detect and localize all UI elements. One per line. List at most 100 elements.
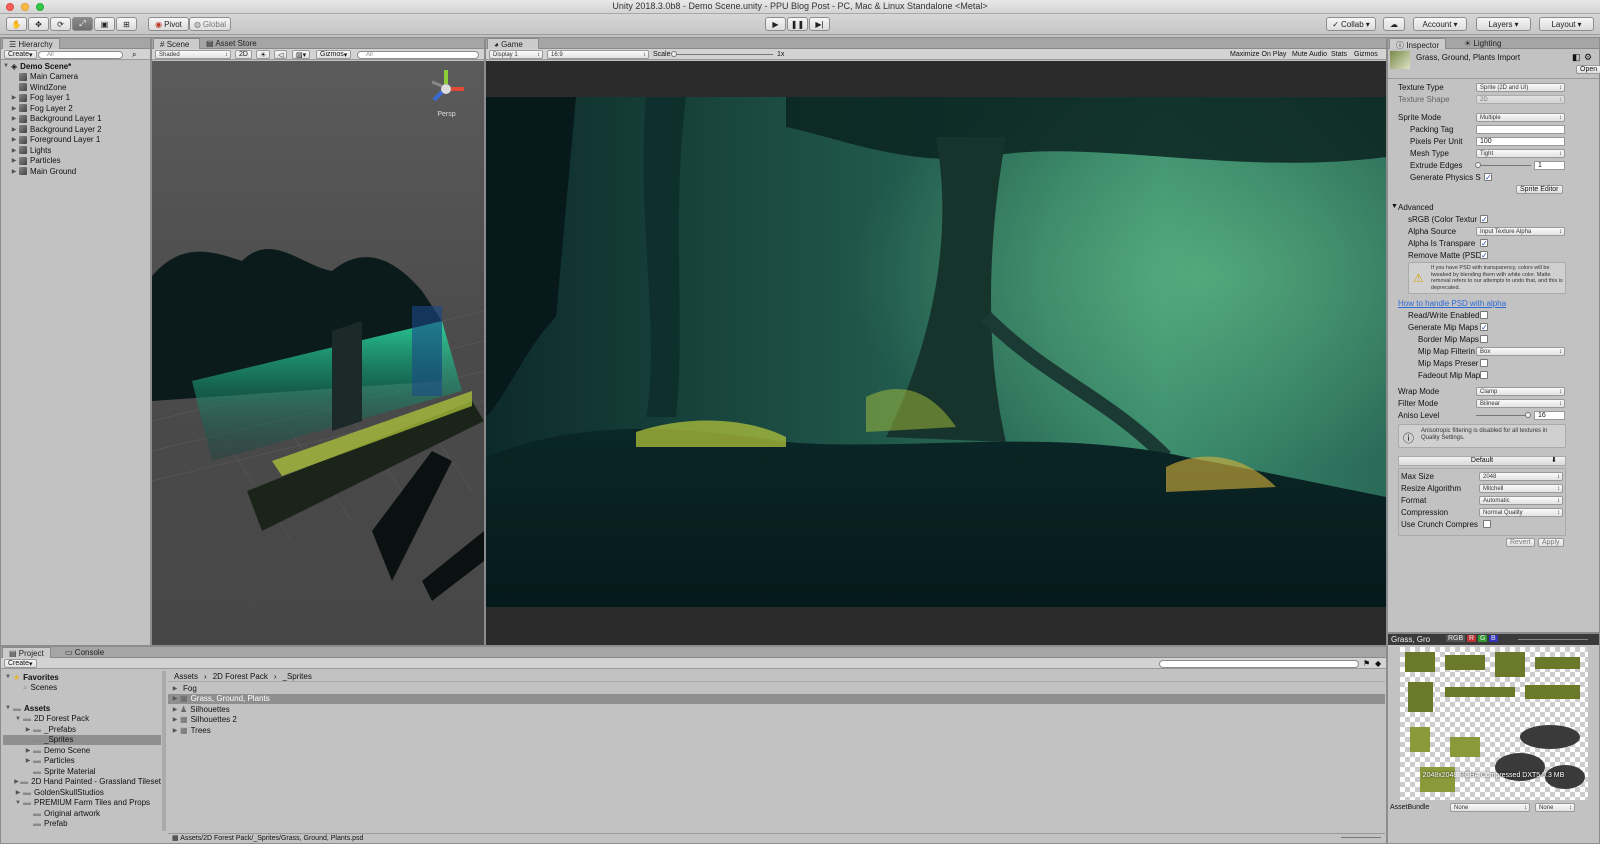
alpha-source-dropdown[interactable]: Input Texture Alpha [1476, 227, 1565, 236]
channel-g[interactable]: G [1478, 635, 1488, 642]
scene-search-input[interactable]: All [357, 51, 479, 59]
display-dropdown[interactable]: Display 1 [489, 50, 543, 59]
tab-lighting[interactable]: ☀ Lighting [1458, 38, 1507, 49]
filter-type-icon[interactable]: ⚑ [1363, 659, 1370, 668]
extrude-slider[interactable] [1476, 165, 1531, 166]
stats-toggle[interactable]: Stats [1328, 50, 1350, 59]
border-mip-maps-checkbox[interactable] [1480, 335, 1488, 343]
orientation-gizmo[interactable]: Persp [424, 64, 469, 122]
project-search-input[interactable] [1159, 660, 1359, 668]
effects-dropdown[interactable]: ▨ ▾ [292, 50, 311, 59]
hierarchy-item[interactable]: ▶ Background Layer 1 [1, 114, 150, 125]
project-folder[interactable]: ▬ Prefab [3, 819, 161, 830]
expand-arrow-icon[interactable]: ▶ [23, 726, 33, 733]
persp-label[interactable]: Persp [424, 111, 469, 118]
expand-arrow-icon[interactable]: ▶ [9, 136, 19, 143]
pause-button[interactable]: ❚❚ [787, 17, 808, 31]
aspect-dropdown[interactable]: 16:9 [547, 50, 649, 59]
project-folder[interactable]: ▬ Original artwork [3, 808, 161, 819]
breadcrumb-assets[interactable]: Assets [174, 672, 198, 681]
breadcrumb-sprites[interactable]: _Sprites [283, 672, 312, 681]
extrude-slider-thumb[interactable] [1475, 162, 1481, 168]
rotate-tool-button[interactable]: ⟳ [50, 17, 71, 31]
maximize-on-play-toggle[interactable]: Maximize On Play [1227, 50, 1289, 59]
gear-icon[interactable]: ⚙ [1584, 52, 1592, 63]
project-file-item[interactable]: ▶ ▦ Silhouettes 2 [168, 715, 1385, 726]
mip-map-filtering-dropdown[interactable]: Box [1476, 347, 1565, 356]
collapse-arrow-icon[interactable]: ▼ [1391, 203, 1398, 210]
tab-asset-store[interactable]: ▤ Asset Store [200, 38, 263, 49]
expand-arrow-icon[interactable]: ▶ [13, 789, 23, 796]
aniso-level-field[interactable]: 16 [1534, 411, 1565, 420]
generate-mip-maps-checkbox[interactable]: ✓ [1480, 323, 1488, 332]
assets-folder[interactable]: ▼ ▬ Assets [3, 703, 161, 714]
revert-button[interactable]: Revert [1506, 538, 1535, 547]
project-folder[interactable]: ▬ Sprite Material [3, 766, 161, 777]
expand-arrow-icon[interactable]: ▶ [9, 157, 19, 164]
hierarchy-item[interactable]: ▶ Fog layer 1 [1, 93, 150, 104]
audio-toggle[interactable]: ◁ [274, 50, 288, 59]
assetbundle-name-dropdown[interactable]: None [1450, 803, 1530, 812]
hand-tool-button[interactable]: ✋ [6, 17, 27, 31]
expand-arrow-icon[interactable]: ▶ [23, 747, 33, 754]
expand-arrow-icon[interactable]: ▶ [9, 147, 19, 154]
expand-arrow-icon[interactable]: ▶ [23, 757, 33, 764]
project-create-button[interactable]: Create ▾ [4, 659, 37, 668]
expand-arrow-icon[interactable]: ▶ [13, 778, 20, 785]
project-folder[interactable]: ▬ _Sprites [3, 734, 161, 745]
expand-arrow-icon[interactable]: ▼ [13, 800, 23, 806]
scene-row[interactable]: ▼ ◈ Demo Scene* [1, 61, 150, 72]
expand-arrow-icon[interactable]: ▶ [170, 695, 180, 702]
max-size-dropdown[interactable]: 2048 [1479, 472, 1563, 481]
filter-label-icon[interactable]: ◆ [1375, 659, 1381, 668]
tab-scene[interactable]: # Scene [153, 38, 200, 49]
hierarchy-item[interactable]: ▶ Fog Layer 2 [1, 103, 150, 114]
expand-arrow-icon[interactable]: ▼ [13, 716, 23, 722]
hierarchy-item[interactable]: Main Camera [1, 72, 150, 83]
tab-inspector[interactable]: ⓘ Inspector [1389, 38, 1447, 50]
extrude-edges-field[interactable]: 1 [1534, 161, 1565, 170]
expand-arrow-icon[interactable]: ▶ [170, 727, 180, 734]
project-folder[interactable]: ▶ ▬ Demo Scene [3, 745, 161, 756]
project-file-item[interactable]: ▶ Fog [168, 683, 1385, 694]
global-toggle[interactable]: ◍ Global [189, 17, 231, 31]
scale-tool-button[interactable]: ⤢ [72, 17, 93, 31]
hierarchy-item[interactable]: WindZone [1, 82, 150, 93]
remove-matte-checkbox[interactable]: ✓ [1480, 251, 1488, 260]
layers-dropdown[interactable]: Layers ▾ [1476, 17, 1531, 31]
expand-arrow-icon[interactable]: ▶ [9, 168, 19, 175]
step-button[interactable]: ▶| [809, 17, 830, 31]
scene-viewport[interactable]: Persp [151, 61, 485, 645]
compression-dropdown[interactable]: Normal Quality [1479, 508, 1563, 517]
assetbundle-variant-dropdown[interactable]: None [1535, 803, 1575, 812]
favorites-item[interactable]: ▼ ★ Favorites [3, 672, 161, 683]
packing-tag-field[interactable] [1476, 125, 1565, 134]
rect-tool-button[interactable]: ▣ [94, 17, 115, 31]
project-folder[interactable]: ▼ ▬ PREMIUM Farm Tiles and Props [3, 798, 161, 809]
expand-arrow-icon[interactable]: ▼ [3, 705, 13, 711]
psd-alpha-help-link[interactable]: How to handle PSD with alpha [1398, 299, 1506, 308]
texture-type-dropdown[interactable]: Sprite (2D and UI) [1476, 83, 1565, 92]
aniso-slider[interactable] [1476, 415, 1531, 416]
project-file-item[interactable]: ▶ ▦ Grass, Ground, Plants [168, 693, 1385, 704]
format-dropdown[interactable]: Automatic [1479, 496, 1563, 505]
project-file-item[interactable]: ▶ ▦ Trees [168, 725, 1385, 736]
hierarchy-item[interactable]: ▶ Background Layer 2 [1, 124, 150, 135]
hierarchy-item[interactable]: ▶ Particles [1, 156, 150, 167]
mip-maps-preserve-checkbox[interactable] [1480, 359, 1488, 367]
generate-physics-checkbox[interactable]: ✓ [1484, 173, 1492, 182]
channel-b[interactable]: B [1489, 635, 1498, 642]
expand-arrow-icon[interactable]: ▶ [9, 94, 19, 101]
transform-tool-button[interactable]: ⊞ [116, 17, 137, 31]
open-button[interactable]: Open [1576, 65, 1600, 74]
srgb-checkbox[interactable]: ✓ [1480, 215, 1488, 224]
tab-project[interactable]: ▤ Project [2, 647, 51, 658]
project-folder[interactable]: ▶ ▬ _Prefabs [3, 724, 161, 735]
hierarchy-item[interactable]: ▶ Foreground Layer 1 [1, 135, 150, 146]
account-dropdown[interactable]: Account ▾ [1413, 17, 1467, 31]
platform-tab-default[interactable]: Default [1398, 456, 1566, 466]
mesh-type-dropdown[interactable]: Tight [1476, 149, 1565, 158]
expand-arrow-icon[interactable]: ▶ [9, 126, 19, 133]
scale-slider-track[interactable] [673, 54, 773, 55]
hierarchy-create-button[interactable]: Create ▾ [4, 50, 37, 59]
